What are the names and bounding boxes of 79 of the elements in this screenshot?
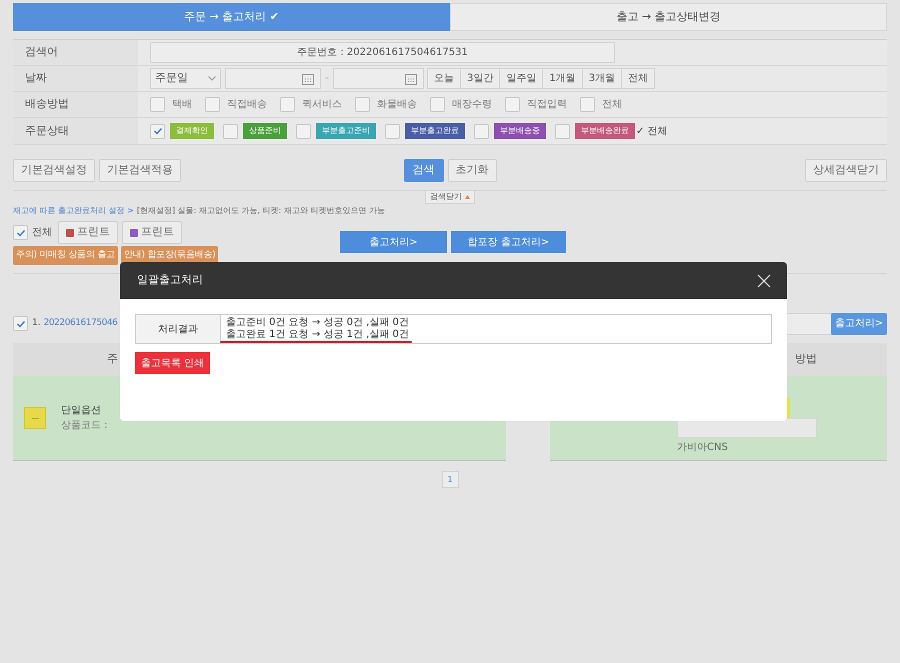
date-field[interactable] [225, 68, 321, 89]
checkbox[interactable] [555, 124, 570, 138]
date-range-button[interactable]: 3일간 [460, 68, 500, 89]
page-button[interactable]: 1 [442, 471, 458, 488]
settings-link[interactable]: 재고에 따른 출고완료처리 설정 > [13, 205, 134, 217]
check-icon [152, 126, 162, 136]
date-range-button[interactable]: 1개월 [542, 68, 583, 89]
search-field[interactable]: 주문번호 : 2022061617504617531 [150, 42, 615, 63]
close-icon[interactable] [757, 274, 771, 288]
checkbox[interactable] [13, 316, 28, 331]
checkbox[interactable] [385, 124, 400, 138]
date-type-select[interactable]: 주문일 [150, 68, 221, 89]
status-tag: 결제확인 [170, 123, 214, 139]
checkbox[interactable] [223, 124, 238, 138]
ship-process-button[interactable]: 출고처리> [831, 312, 887, 334]
reset-button[interactable]: 초기화 [448, 159, 496, 182]
column-header: 방법 [795, 351, 817, 368]
checkbox[interactable] [505, 97, 520, 112]
result-label: 처리결과 [136, 315, 221, 343]
result-line: 출고준비 0건 요청 → 성공 0건 ,실패 0건 [226, 317, 409, 329]
courier-name: 가비아CNS [677, 441, 728, 455]
check-icon [16, 228, 26, 238]
date-separator: - [325, 70, 329, 86]
dialog-title: 일괄출고처리 [137, 272, 203, 288]
print-button[interactable]: 프린트 [122, 221, 182, 244]
result-line: 출고완료 1건 요청 → 성공 1건 ,실패 0건 [226, 329, 409, 341]
option-label: 직접입력 [527, 98, 567, 112]
print-list-button[interactable]: 출고목록 인쇄 [135, 352, 210, 374]
preset-button[interactable]: 기본검색설정 [13, 159, 95, 182]
date-range-button[interactable]: 오늘 [426, 68, 461, 89]
checkbox[interactable] [13, 225, 28, 240]
date-field[interactable] [332, 68, 424, 89]
chevron-down-icon [208, 76, 216, 81]
select-all-label: 전체 [32, 226, 52, 240]
date-range-button[interactable]: 3개월 [582, 68, 622, 89]
checkbox[interactable] [150, 97, 165, 112]
checkbox[interactable] [280, 97, 295, 112]
checkbox[interactable] [355, 97, 370, 112]
calendar-icon[interactable] [302, 72, 314, 84]
ship-process-button[interactable]: 출고처리> [340, 231, 447, 253]
status-tag: 부분배송중 [494, 123, 546, 139]
option-name: 단일옵션 [61, 404, 102, 418]
date-range-button[interactable]: 전체 [621, 68, 656, 89]
print-button[interactable]: 프린트 [58, 221, 118, 244]
checkbox[interactable] [430, 97, 445, 112]
option-label: 택배 [172, 98, 192, 112]
collapse-search-tab[interactable]: 검색닫기 [425, 191, 475, 204]
tab[interactable]: 출고 → 출고상태변경 [450, 3, 887, 31]
caret-up-icon [465, 195, 470, 199]
preset-button[interactable]: 기본검색적용 [99, 159, 181, 182]
option-label: 화물배송 [377, 98, 417, 112]
checkbox[interactable] [474, 124, 489, 138]
product-code: 상품코드 : [61, 419, 108, 433]
calendar-icon[interactable] [404, 72, 417, 84]
ship-process-button[interactable]: 합포장 출고처리> [451, 231, 566, 253]
status-tag: 상품준비 [243, 123, 287, 139]
date-range-button[interactable]: 일주일 [499, 68, 544, 89]
status-tag: 부분출고준비 [316, 123, 376, 139]
checkbox[interactable] [205, 97, 220, 112]
checkbox[interactable] [580, 97, 595, 112]
option-label: 퀵서비스 [302, 98, 342, 112]
column-header: 주 [107, 351, 118, 368]
order-number: 1. [32, 316, 41, 330]
tab[interactable]: 주문 → 출고처리 ✔ [13, 3, 450, 31]
status-tag: 부분배송완료 [575, 123, 635, 139]
option-label: 전체 [602, 98, 622, 112]
all-status-label[interactable]: ✓ 전체 [636, 124, 668, 138]
check-icon [16, 318, 26, 328]
notice-button[interactable]: 주의) 미매칭 상품의 출고 [13, 246, 118, 265]
checkbox[interactable] [296, 124, 311, 138]
option-label: 매장수령 [452, 98, 492, 112]
checkbox[interactable] [150, 124, 165, 138]
status-tag: 부분출고완료 [405, 123, 465, 139]
option-label: 직접배송 [227, 98, 267, 112]
order-link[interactable]: 20220616175046 [44, 316, 118, 330]
search-button[interactable]: 검색 [404, 159, 444, 182]
option-thumbnail-icon [24, 407, 46, 429]
close-detail-button[interactable]: 상세검색닫기 [805, 159, 887, 182]
current-setting-text: [현재설정] 실물: 재고없어도 가능, 티켓: 재고와 티켓번호있으면 가능 [136, 205, 385, 217]
